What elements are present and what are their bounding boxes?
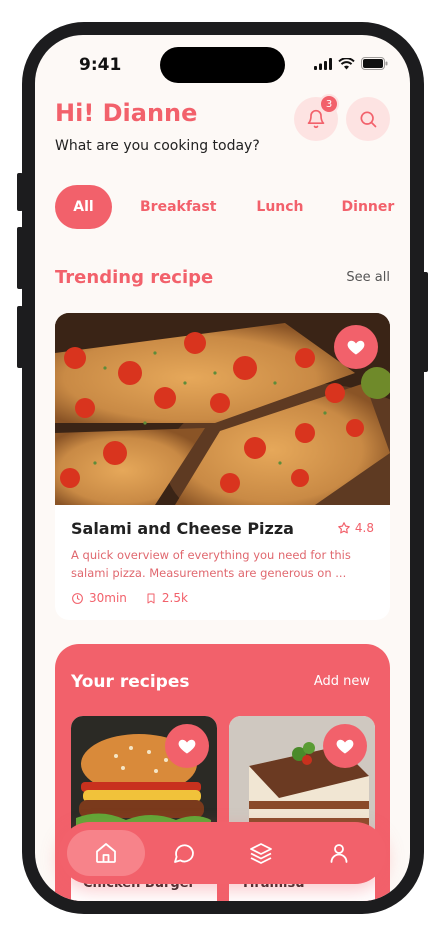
search-icon: [360, 111, 377, 128]
tab-profile[interactable]: [300, 830, 378, 876]
clock-icon: [72, 592, 83, 604]
bottom-tab-bar: [59, 822, 386, 884]
recipe-rating: 4.8: [337, 521, 374, 535]
chip-dinner[interactable]: Dinner: [340, 185, 409, 229]
notification-badge: 3: [319, 94, 339, 114]
recipe-time-value: 30min: [89, 591, 127, 605]
app-screen: 9:41 Hi! Dianne What are you cooking tod…: [35, 35, 410, 901]
profile-icon: [330, 844, 348, 863]
chip-breakfast[interactable]: Breakfast: [126, 185, 230, 229]
tab-collections[interactable]: [223, 830, 301, 876]
greeting-title: Hi! Dianne: [55, 99, 198, 127]
status-time: 9:41: [79, 55, 122, 75]
chip-all[interactable]: All: [55, 185, 112, 229]
star-icon: [338, 522, 350, 534]
heart-icon: [336, 739, 354, 754]
favorite-button[interactable]: [334, 325, 378, 369]
heart-icon: [347, 340, 365, 355]
category-chips: All Breakfast Lunch Dinner: [55, 185, 408, 229]
recipe-time: 30min: [71, 591, 127, 605]
recipe-saves: 2.5k: [145, 591, 188, 605]
bookmark-icon: [147, 593, 155, 603]
rating-value: 4.8: [354, 521, 374, 535]
tab-chat[interactable]: [145, 830, 223, 876]
chat-icon: [173, 844, 194, 863]
heart-icon: [178, 739, 196, 754]
trending-title: Trending recipe: [55, 267, 214, 288]
burger-image: [71, 716, 217, 836]
wifi-icon: [338, 57, 355, 69]
trending-recipe-card[interactable]: Salami and Cheese Pizza 4.8 A quick over…: [55, 313, 390, 620]
battery-icon: [361, 57, 388, 70]
tab-home[interactable]: [67, 830, 145, 876]
trending-header: Trending recipe See all: [55, 267, 390, 288]
chip-lunch[interactable]: Lunch: [252, 185, 317, 229]
recipe-saves-value: 2.5k: [161, 591, 188, 605]
search-button[interactable]: [346, 97, 390, 141]
notifications-button[interactable]: 3: [294, 94, 339, 141]
tiramisu-image: [229, 716, 375, 836]
home-icon: [95, 843, 116, 863]
layers-icon: [250, 843, 273, 864]
burger-favorite-button[interactable]: [165, 724, 209, 768]
tiramisu-favorite-button[interactable]: [323, 724, 367, 768]
dynamic-island: [160, 47, 285, 83]
recipe-title: Salami and Cheese Pizza: [71, 519, 294, 538]
recipe-description: A quick overview of everything you need …: [71, 548, 351, 580]
signal-icon: [314, 57, 332, 70]
pizza-image: [55, 313, 390, 505]
greeting-subtitle: What are you cooking today?: [55, 138, 260, 154]
status-icons: [314, 57, 388, 70]
recipe-meta: 30min 2.5k: [71, 591, 188, 605]
your-recipes-title: Your recipes: [71, 672, 190, 692]
see-all-link[interactable]: See all: [346, 270, 390, 285]
add-new-link[interactable]: Add new: [314, 674, 370, 689]
